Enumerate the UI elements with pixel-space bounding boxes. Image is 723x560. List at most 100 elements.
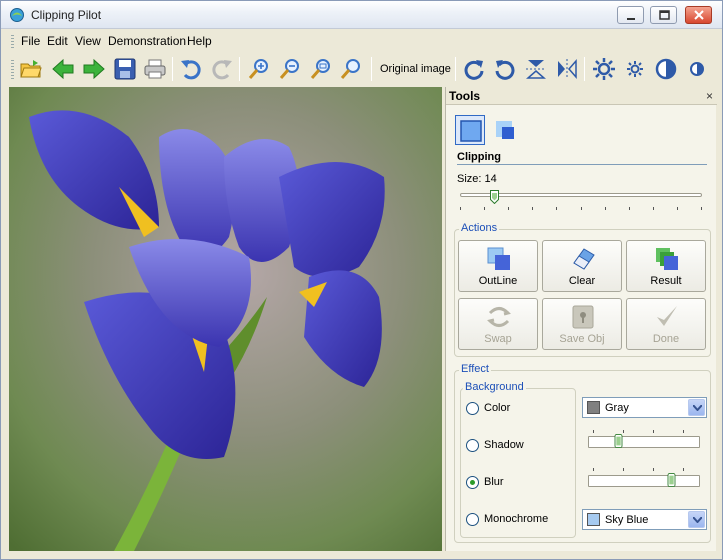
zoom-fit-icon — [310, 59, 330, 79]
flip-vertical-button[interactable] — [522, 55, 550, 83]
mono-swatch — [587, 513, 600, 526]
panel-close-button[interactable]: × — [706, 89, 713, 103]
monochrome-color-value: Sky Blue — [605, 514, 649, 526]
toolbar-separator — [584, 57, 585, 81]
slider-tick — [628, 207, 630, 210]
rotate-cw-button[interactable] — [460, 55, 488, 83]
blur-slider-track[interactable] — [588, 475, 700, 487]
brightness-down-button[interactable] — [621, 55, 649, 83]
shadow-slider-thumb[interactable] — [614, 434, 623, 448]
shadow-slider-ticks-top — [593, 430, 698, 434]
blur-slider-thumb[interactable] — [667, 473, 676, 487]
title-bar[interactable]: Clipping Pilot — [1, 1, 722, 29]
slider-tick — [676, 207, 678, 210]
blur-slider-ticks-top — [593, 468, 698, 472]
brightness-up-button[interactable] — [590, 55, 618, 83]
original-image-button[interactable]: Original image — [380, 63, 451, 75]
background-legend: Background — [463, 381, 526, 393]
clipping-mode-button[interactable] — [455, 115, 485, 145]
back-button[interactable] — [49, 55, 77, 83]
toolbar-separator — [455, 57, 456, 81]
color-radio[interactable] — [466, 402, 479, 415]
clear-button[interactable]: Clear — [542, 240, 622, 292]
zoom-actual-button[interactable] — [337, 55, 365, 83]
slider-tick — [556, 207, 558, 210]
eraser-icon — [573, 248, 595, 270]
shadow-radio[interactable] — [466, 439, 479, 452]
redo-icon — [212, 60, 232, 80]
color-option-label: Color — [484, 402, 511, 414]
blur-radio[interactable] — [466, 476, 479, 489]
arrow-right-icon — [83, 58, 105, 80]
zoom-in-icon — [248, 59, 268, 79]
panel-title: Tools — [449, 89, 481, 103]
dropdown-arrow-icon[interactable] — [688, 511, 705, 528]
minimize-button[interactable] — [617, 6, 644, 24]
close-button[interactable] — [685, 6, 712, 24]
outline-label: OutLine — [478, 275, 518, 287]
contrast-up-button[interactable] — [652, 55, 680, 83]
slider-tick — [484, 207, 486, 210]
object-mode-button[interactable] — [490, 115, 520, 145]
menu-edit[interactable]: Edit — [47, 34, 68, 48]
folder-icon — [20, 60, 42, 78]
toolbar-separator — [172, 57, 173, 81]
clipping-label: Clipping — [457, 151, 501, 163]
open-button[interactable] — [17, 55, 45, 83]
slider-tick — [701, 207, 702, 210]
outline-button[interactable]: OutLine — [458, 240, 538, 292]
zoom-out-button[interactable] — [276, 55, 304, 83]
slider-tick — [652, 207, 654, 210]
done-label: Done — [652, 333, 680, 345]
maximize-button[interactable] — [650, 6, 677, 24]
result-label: Result — [650, 275, 682, 287]
printer-icon — [144, 59, 166, 79]
menu-demonstration[interactable]: Demonstration — [108, 34, 186, 48]
flip-horizontal-icon — [558, 59, 577, 79]
zoom-fit-button[interactable] — [307, 55, 335, 83]
monochrome-radio[interactable] — [466, 513, 479, 526]
sun-icon — [593, 58, 615, 80]
zoom-actual-icon — [340, 59, 360, 79]
zoom-in-button[interactable] — [245, 55, 273, 83]
slider-tick — [580, 207, 582, 210]
shadow-slider-track[interactable] — [588, 436, 700, 448]
slider-tick — [604, 207, 606, 210]
result-button[interactable]: Result — [626, 240, 706, 292]
save-obj-label: Save Obj — [559, 333, 605, 345]
monochrome-color-dropdown[interactable]: Sky Blue — [582, 509, 707, 530]
flip-horizontal-button[interactable] — [553, 55, 581, 83]
layered-square-icon — [496, 121, 514, 139]
save-button[interactable] — [111, 55, 139, 83]
undo-button[interactable] — [177, 55, 205, 83]
size-label: Size: 14 — [457, 173, 497, 185]
clear-label: Clear — [568, 275, 596, 287]
swap-button[interactable]: Swap — [458, 298, 538, 350]
image-canvas[interactable] — [9, 87, 442, 551]
iris-flower-image[interactable] — [9, 87, 442, 551]
save-obj-button[interactable]: Save Obj — [542, 298, 622, 350]
rotate-ccw-button[interactable] — [491, 55, 519, 83]
menu-help[interactable]: Help — [187, 34, 212, 48]
shadow-option-label: Shadow — [484, 439, 524, 451]
print-button[interactable] — [141, 55, 169, 83]
small-contrast-icon — [690, 62, 704, 76]
contrast-down-button[interactable] — [683, 55, 711, 83]
zoom-out-icon — [279, 59, 299, 79]
panel-header: Tools × — [446, 87, 717, 105]
checkmark-icon — [657, 306, 677, 326]
size-slider-thumb[interactable] — [489, 190, 499, 204]
forward-button[interactable] — [80, 55, 108, 83]
toolbar-separator — [371, 57, 372, 81]
slider-tick — [460, 207, 461, 210]
menu-view[interactable]: View — [75, 34, 101, 48]
rotate-counterclockwise-icon — [495, 60, 515, 80]
save-object-icon — [572, 305, 594, 329]
background-color-dropdown[interactable]: Gray — [582, 397, 707, 418]
done-button[interactable]: Done — [626, 298, 706, 350]
outline-icon — [487, 247, 510, 270]
dropdown-arrow-icon[interactable] — [688, 399, 705, 416]
redo-button[interactable] — [208, 55, 236, 83]
menu-file[interactable]: File — [21, 34, 40, 48]
toolbar: Original image — [9, 52, 716, 86]
